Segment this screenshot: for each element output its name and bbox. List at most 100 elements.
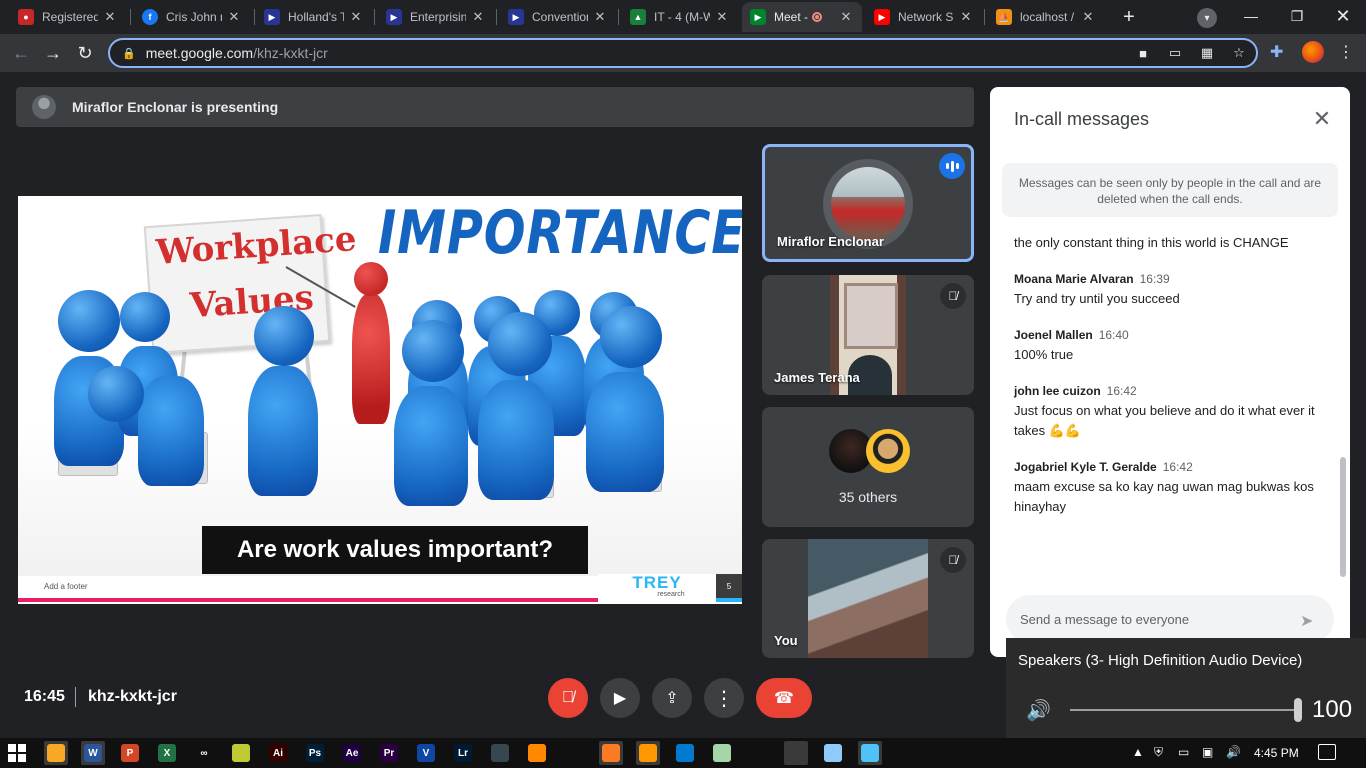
reload-button[interactable]: ↻	[72, 40, 98, 66]
browser-tab-strip: ● Registered ✕ f Cris John n ✕ ▶ Holland…	[0, 0, 1366, 34]
close-icon[interactable]: ✕	[958, 9, 974, 25]
vscode-icon	[676, 744, 694, 762]
taskbar-app-button[interactable]	[562, 741, 586, 765]
notification-center-icon[interactable]	[1318, 744, 1336, 760]
close-icon[interactable]: ✕	[1080, 9, 1096, 25]
chat-message-list[interactable]: the only constant thing in this world is…	[1014, 233, 1324, 517]
more-options-button[interactable]: ⋮	[704, 678, 744, 718]
restore-button[interactable]: ❐	[1274, 0, 1320, 32]
taskbar-app-button[interactable]: Pr	[377, 741, 401, 765]
browser-menu-icon[interactable]: ⋮	[1338, 42, 1354, 62]
send-icon[interactable]: ➤	[1300, 611, 1313, 631]
file-explorer-icon	[47, 744, 65, 762]
presentation-slide: IMPORTANCE Workplace Values Are work val…	[18, 196, 742, 604]
minimize-button[interactable]: —	[1228, 0, 1274, 32]
taskbar-app-button[interactable]: X	[155, 741, 179, 765]
taskbar-app-button[interactable]: Lr	[451, 741, 475, 765]
window-close-button[interactable]: ✕	[1320, 0, 1366, 32]
taskbar-app-button[interactable]: Ps	[303, 741, 327, 765]
back-button[interactable]: ←	[8, 40, 34, 66]
volume-flyout: Speakers (3- High Definition Audio Devic…	[1006, 638, 1366, 738]
taskbar-app-button[interactable]: W	[81, 741, 105, 765]
browser-tab-convention[interactable]: ▶ Convention ✕	[500, 2, 616, 32]
tab-label: Registered	[42, 10, 98, 24]
network-icon[interactable]: ▣	[1202, 745, 1213, 759]
cast-icon[interactable]: ▭	[1166, 44, 1184, 62]
close-icon[interactable]: ✕	[1308, 105, 1336, 133]
chrome-icon	[787, 744, 805, 762]
taskbar-app-button[interactable]	[599, 741, 623, 765]
browser-tab-enterprising[interactable]: ▶ Enterprisin ✕	[378, 2, 494, 32]
institution-icon: ▶	[264, 9, 280, 25]
leave-call-button[interactable]: ☎	[756, 678, 812, 718]
tab-label: IT - 4 (M-W	[654, 10, 710, 24]
close-icon[interactable]: ✕	[714, 9, 730, 25]
taskbar-app-button[interactable]	[821, 741, 845, 765]
participant-tile[interactable]: 🎙̸ James Terana	[762, 275, 974, 395]
sublime-icon	[639, 744, 657, 762]
chat-message-input[interactable]: Send a message to everyone	[1006, 595, 1334, 643]
battery-icon[interactable]: ▭	[1178, 745, 1189, 759]
url-host: meet.google.com	[145, 45, 254, 61]
close-icon[interactable]: ✕	[226, 9, 242, 25]
participant-tile-self[interactable]: 🎙̸ You	[762, 539, 974, 658]
taskbar-app-button[interactable]	[525, 741, 549, 765]
close-icon[interactable]: ✕	[348, 9, 364, 25]
taskbar-app-button[interactable]	[710, 741, 734, 765]
toggle-mic-button[interactable]: 🎙̸	[548, 678, 588, 718]
browser-tab-registered[interactable]: ● Registered ✕	[10, 2, 126, 32]
taskbar-app-button[interactable]	[747, 741, 771, 765]
taskbar-app-button[interactable]: Ai	[266, 741, 290, 765]
antivirus-icon[interactable]: ⛨	[1154, 745, 1163, 760]
chat-message: Moana Marie Alvaran 16:39 Try and try unt…	[1014, 271, 1324, 309]
browser-tab-youtube[interactable]: ▶ Network S ✕	[866, 2, 982, 32]
chevron-up-icon[interactable]: ▲	[1132, 745, 1144, 759]
mic-off-icon: 🎙̸	[940, 283, 966, 309]
taskbar-app-button[interactable]	[44, 741, 68, 765]
chat-scrollbar[interactable]	[1340, 457, 1346, 577]
taskbar-app-button[interactable]: ∞	[192, 741, 216, 765]
close-icon[interactable]: ✕	[102, 9, 118, 25]
qr-code-icon[interactable]: ▦	[1198, 44, 1216, 62]
taskbar-app-button[interactable]	[636, 741, 660, 765]
speaking-indicator-icon	[939, 153, 965, 179]
address-bar[interactable]: 🔒 meet.google.com/khz-kxkt-jcr	[108, 38, 1258, 68]
participant-tile-others[interactable]: 35 others	[762, 407, 974, 527]
taskbar-app-button[interactable]	[784, 741, 808, 765]
toggle-camera-button[interactable]: ▶	[600, 678, 640, 718]
close-icon[interactable]: ✕	[838, 9, 854, 25]
tab-label: localhost /	[1020, 10, 1075, 24]
browser-tab-hollands[interactable]: ▶ Holland's T ✕	[256, 2, 372, 32]
audience-body	[248, 366, 318, 496]
close-icon[interactable]: ✕	[592, 9, 608, 25]
participant-tile-presenter[interactable]: Miraflor Enclonar	[762, 144, 974, 262]
extensions-icon[interactable]: ✚	[1270, 42, 1283, 62]
close-icon[interactable]: ✕	[470, 9, 486, 25]
tab-search-icon[interactable]: ▾	[1197, 8, 1217, 28]
taskbar-app-button[interactable]: Ae	[340, 741, 364, 765]
new-tab-button[interactable]: +	[1116, 5, 1142, 29]
present-screen-button[interactable]: ⇪	[652, 678, 692, 718]
speaker-icon[interactable]: 🔊	[1026, 698, 1051, 723]
volume-slider-thumb[interactable]	[1294, 698, 1302, 722]
browser-tab-localhost[interactable]: ⛵ localhost / ✕	[988, 2, 1104, 32]
participant-name: You	[774, 633, 798, 648]
audio-device-name[interactable]: Speakers (3- High Definition Audio Devic…	[1018, 652, 1302, 669]
taskbar-app-button[interactable]	[858, 741, 882, 765]
forward-button[interactable]: →	[40, 40, 66, 66]
windows-start-icon[interactable]	[8, 744, 26, 762]
taskbar-app-button[interactable]: V	[414, 741, 438, 765]
taskbar-app-button[interactable]	[229, 741, 253, 765]
browser-tab-meet[interactable]: ▶ Meet - ✕	[742, 2, 862, 32]
taskbar-app-button[interactable]: P	[118, 741, 142, 765]
taskbar-app-button[interactable]	[673, 741, 697, 765]
browser-tab-classroom[interactable]: ▲ IT - 4 (M-W ✕	[622, 2, 738, 32]
volume-tray-icon[interactable]: 🔊	[1226, 745, 1241, 759]
taskbar-clock[interactable]: 4:45 PM	[1254, 746, 1299, 760]
volume-slider[interactable]	[1070, 709, 1296, 711]
profile-avatar[interactable]	[1302, 41, 1324, 63]
bookmark-star-icon[interactable]: ☆	[1230, 44, 1248, 62]
taskbar-app-button[interactable]	[488, 741, 512, 765]
camera-in-use-icon[interactable]: ■	[1134, 44, 1152, 62]
browser-tab-facebook[interactable]: f Cris John n ✕	[134, 2, 250, 32]
